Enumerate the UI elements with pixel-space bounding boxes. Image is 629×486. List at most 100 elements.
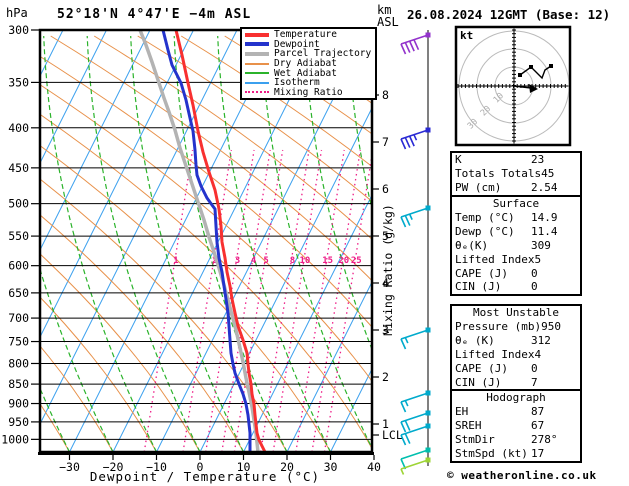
mixing-ratio-label: 5: [263, 256, 268, 266]
wind-barb-feather: [400, 216, 407, 228]
legend-swatch-mixing-ratio: [245, 91, 269, 94]
mixing-ratio-labels: 1 2 3 4 5 8 10 15 20 25: [173, 256, 361, 266]
mixing-ratio-label: 3: [235, 256, 240, 266]
table-row-value: 4: [534, 347, 542, 361]
sounding-page: hPa 52°18'N 4°47'E −4m ASL km ASL 26.08.…: [0, 0, 629, 486]
wind-barb-level-dot: [425, 410, 431, 416]
legend-swatch-dewpoint: [245, 42, 269, 47]
legend: Temperature Dewpoint Parcel Trajectory Dry …: [240, 27, 377, 101]
mixing-ratio-label: 25: [351, 256, 362, 266]
wind-barb-feather: [400, 401, 407, 413]
wind-barb: [400, 390, 431, 413]
table-row-label: K: [455, 153, 462, 166]
wind-barb-feather: [404, 137, 411, 148]
table-row: Lifted Index 5: [455, 253, 577, 267]
altitude-tick-label: 2: [382, 370, 389, 384]
pressure-tick-label: 350: [8, 75, 29, 89]
table-header: Hodograph: [486, 391, 546, 404]
table-row: SREH 67: [455, 419, 577, 433]
table-row-label: SREH: [455, 418, 482, 432]
table-row: K 23: [455, 153, 577, 167]
table-row-value: 0: [531, 361, 538, 375]
wind-barb-shaft: [400, 412, 429, 423]
legend-swatch-dry-adiabat: [245, 62, 269, 65]
table-row-value: 950: [541, 319, 561, 333]
pressure-tick-label: 950: [8, 415, 29, 429]
table-row-value: 0: [531, 266, 538, 280]
wind-barb-feather: [408, 135, 415, 147]
wind-barb-level-dot: [425, 32, 431, 38]
pressure-axis: 300 350 400 450 500 550 600 650 700 750 800 850 900 9…: [1, 23, 40, 446]
legend-swatch-parcel-trajectory: [245, 51, 269, 56]
table-row: CAPE (J) 0: [455, 362, 577, 376]
mixing-ratio-label: 4: [251, 256, 257, 266]
legend-item: Mixing Ratio: [245, 86, 375, 98]
table-row-value: 278°: [531, 432, 558, 446]
copyright-footer: © weatheronline.co.uk: [447, 469, 597, 482]
altitude-tick-label: 8: [382, 88, 389, 102]
most-unstable-table: Most Unstable Pressure (mb) 950 θₑ (K) 312 Li…: [450, 304, 582, 392]
mixing-ratio-label: 15: [322, 256, 333, 266]
isotherm-line: [40, 30, 238, 426]
legend-item-label: Mixing Ratio: [274, 86, 343, 98]
table-row-label: StmDir: [455, 432, 495, 446]
table-row-label: CIN (J): [455, 280, 502, 294]
pressure-tick-label: 300: [8, 23, 29, 37]
table-row: Pressure (mb) 950: [455, 320, 577, 334]
wind-barb-column: [400, 30, 431, 475]
wind-barb-level-dot: [425, 390, 431, 396]
mixing-ratio-line: [272, 149, 323, 452]
wind-barb-level-dot: [425, 327, 431, 333]
pressure-tick-label: 700: [8, 311, 29, 325]
table-row: Dewp (°C) 11.4: [455, 225, 577, 239]
table-row-value: 14.9: [531, 210, 558, 224]
hodograph-trace-dot: [518, 73, 522, 77]
table-row-label: CAPE (J): [455, 361, 508, 375]
wind-barb-half-feather: [404, 400, 409, 407]
mixing-ratio-label: 1: [173, 256, 178, 266]
table-row: Lifted Index 4: [455, 348, 577, 362]
x-axis-title: Dewpoint / Temperature (°C): [89, 469, 321, 484]
table-row-value: 309: [531, 238, 551, 252]
table-row: θₑ (K) 312: [455, 334, 577, 348]
table-row: Totals Totals 45: [455, 167, 577, 181]
wind-barb-feather: [404, 215, 411, 226]
wind-barb-shaft: [400, 329, 429, 340]
table-row-label: CIN (J): [455, 375, 502, 389]
table-row-label: CAPE (J): [455, 266, 508, 280]
wind-barb-feather: [404, 433, 411, 444]
wind-barb-feather: [413, 39, 420, 51]
wind-barb-half-feather: [408, 213, 413, 220]
wind-barb: [400, 423, 431, 446]
table-row: EH 87: [455, 405, 577, 419]
mixing-ratio-line: [295, 149, 345, 452]
table-row-value: 45: [541, 166, 555, 180]
table-row: CIN (J) 0: [455, 280, 577, 294]
wind-barb-feather: [400, 138, 407, 150]
wind-barb-feather: [404, 42, 411, 53]
table-row-label: EH: [455, 404, 469, 418]
table-row-value: 5: [534, 252, 542, 266]
wind-barb-half-feather: [404, 337, 409, 344]
table-row-label: Lifted Index: [455, 252, 535, 266]
lcl-label: LCL: [382, 428, 403, 442]
table-row-label: PW (cm): [455, 180, 502, 194]
table-row: θₑ(K) 309: [455, 239, 577, 253]
legend-swatch-wet-adiabat: [245, 72, 269, 75]
altitude-tick-label: 7: [382, 135, 389, 149]
dry-adiabat-line: [40, 214, 244, 452]
table-row-label: Temp (°C): [455, 210, 515, 224]
pressure-tick-label: 750: [8, 335, 29, 349]
hodograph-trace-dot: [529, 65, 533, 69]
table-row-value: 11.4: [531, 224, 558, 238]
pressure-tick-label: 1000: [1, 432, 29, 446]
indices-table: K 23 Totals Totals 45 PW (cm) 2.54: [450, 151, 582, 197]
wind-barb: [400, 127, 431, 150]
mixing-ratio-label: 20: [338, 256, 349, 266]
pressure-tick-label: 900: [8, 397, 29, 411]
table-row-value: 7: [531, 375, 538, 389]
pressure-tick-label: 600: [8, 259, 29, 273]
pressure-tick-label: 400: [8, 121, 29, 135]
pressure-tick-label: 800: [8, 356, 29, 370]
wind-barb: [400, 410, 431, 433]
